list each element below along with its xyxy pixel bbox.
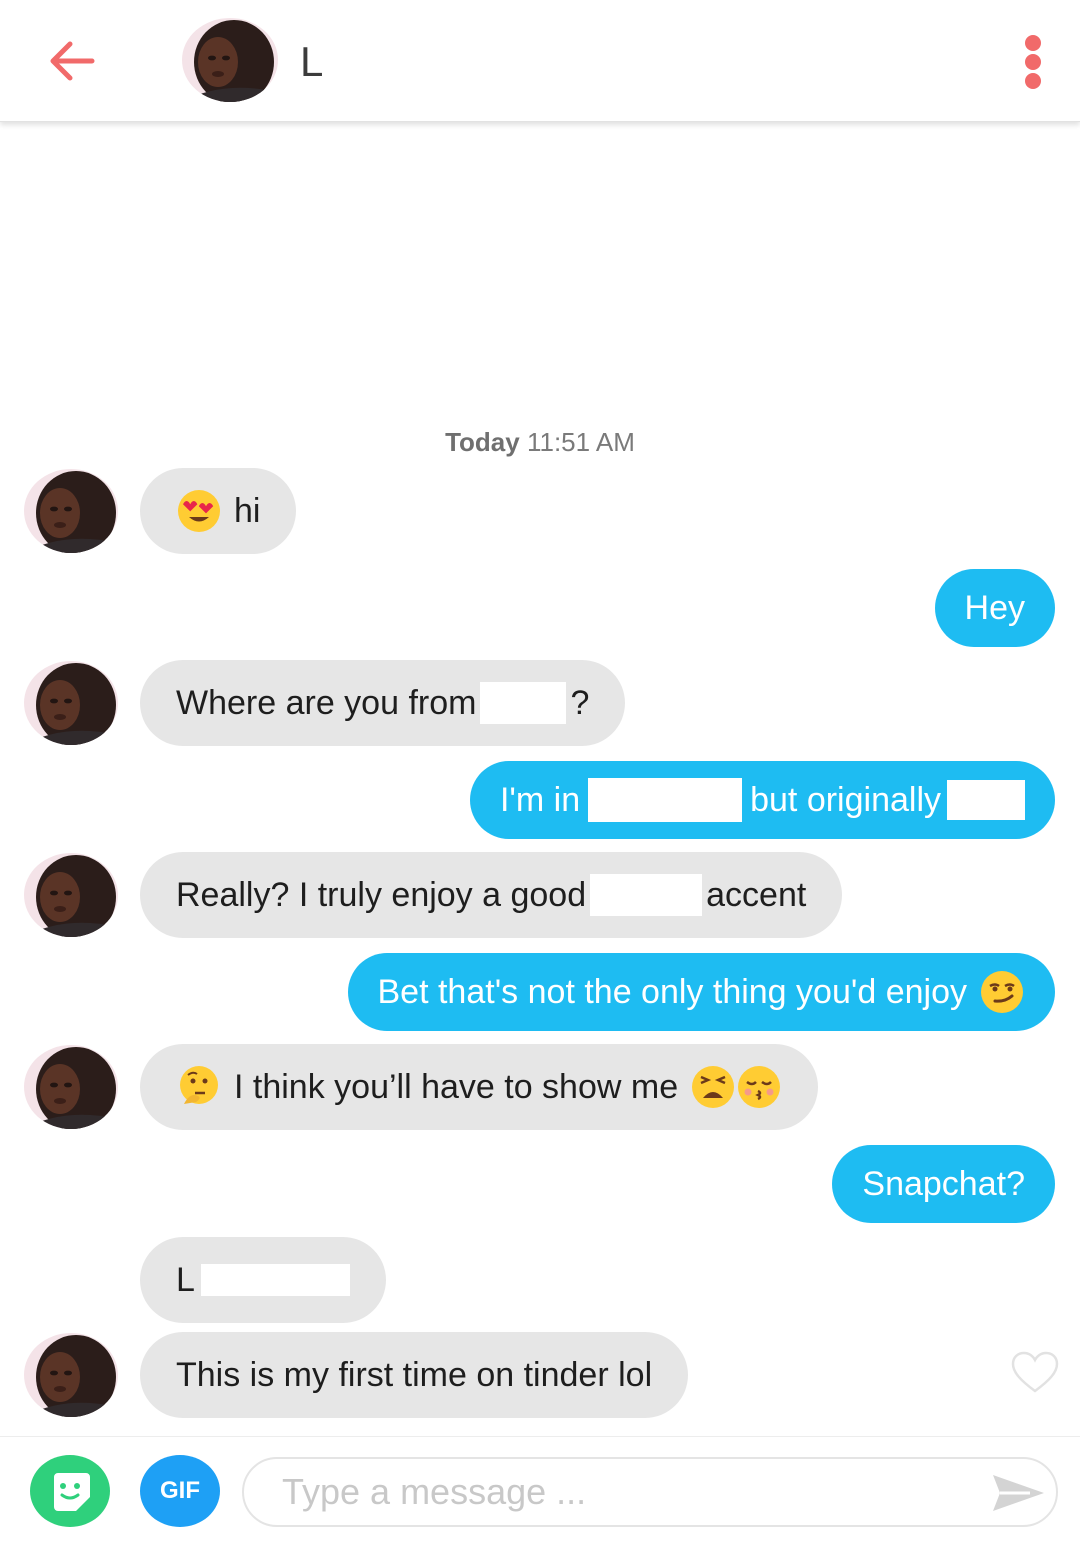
message-text: I'm in — [499, 781, 581, 819]
message-text: Where are you from — [176, 684, 477, 722]
message-text: L — [176, 1261, 195, 1299]
sender-avatar[interactable] — [24, 853, 118, 937]
message-text-suffix: accent — [706, 876, 807, 914]
message-bubble-incoming[interactable]: L — [140, 1237, 386, 1323]
sticker-button[interactable] — [30, 1455, 110, 1527]
message-text: Hey — [964, 589, 1025, 627]
redaction-block — [590, 874, 703, 916]
more-options-button[interactable] — [1016, 34, 1050, 90]
message-bubble-outgoing[interactable]: Hey — [934, 569, 1055, 647]
message-text: This is my first time on tinder lol — [176, 1356, 653, 1394]
weary-emoji — [690, 1064, 736, 1110]
message-input[interactable] — [242, 1457, 1058, 1527]
message-bubble-incoming[interactable]: hi — [140, 468, 297, 554]
smirk-emoji — [979, 969, 1025, 1015]
match-name[interactable]: L — [300, 38, 323, 86]
message-bubble-incoming[interactable]: Where are you from ? — [140, 660, 626, 746]
message-text: Bet that's not the only thing you'd enjo… — [377, 973, 968, 1011]
redaction-block — [200, 1264, 350, 1296]
message-bubble-outgoing[interactable]: Bet that's not the only thing you'd enjo… — [347, 953, 1055, 1031]
kissing-emoji — [736, 1064, 782, 1110]
sender-avatar[interactable] — [24, 469, 118, 553]
chat-header: L — [0, 0, 1080, 122]
redaction-block — [480, 682, 567, 724]
gif-button[interactable]: GIF — [140, 1455, 220, 1527]
message-text-middle: but originally — [750, 781, 941, 819]
heart-eyes-emoji — [176, 488, 222, 534]
arrow-left-icon — [50, 41, 95, 81]
timestamp-time: 11:51 AM — [526, 427, 635, 457]
vertical-dots-icon — [1025, 35, 1041, 89]
message-text-suffix: ? — [570, 684, 590, 722]
message-bubble-outgoing[interactable]: I'm in but originally — [469, 761, 1055, 839]
message-text: Really? I truly enjoy a good — [176, 876, 587, 914]
send-icon — [993, 1475, 1044, 1511]
message-bubble-outgoing[interactable]: Snapchat? — [832, 1145, 1055, 1223]
message-bubble-incoming[interactable]: This is my first time on tinder lol — [140, 1332, 689, 1418]
redaction-block — [947, 780, 1025, 820]
like-message-button[interactable] — [1010, 1350, 1060, 1394]
sender-avatar[interactable] — [24, 661, 118, 745]
message-text: Snapchat? — [862, 1165, 1025, 1203]
message-bubble-incoming[interactable]: I think you’ll have to show me — [140, 1044, 819, 1130]
thinking-emoji — [176, 1064, 222, 1110]
heart-outline-icon — [1011, 1351, 1059, 1393]
redaction-block — [588, 778, 743, 822]
send-button[interactable] — [990, 1471, 1046, 1515]
sticker-icon — [54, 1473, 90, 1511]
timestamp-day: Today — [445, 427, 520, 457]
sender-avatar[interactable] — [24, 1333, 118, 1417]
message-text: I think you’ll have to show me — [234, 1068, 679, 1106]
message-bubble-incoming[interactable]: Really? I truly enjoy a good accent — [140, 852, 843, 938]
match-avatar[interactable] — [182, 18, 278, 102]
chat-timestamp: Today 11:51 AM — [0, 427, 1080, 458]
message-text: hi — [234, 492, 261, 530]
back-button[interactable] — [46, 38, 96, 84]
sender-avatar[interactable] — [24, 1045, 118, 1129]
message-composer: GIF — [0, 1436, 1080, 1543]
